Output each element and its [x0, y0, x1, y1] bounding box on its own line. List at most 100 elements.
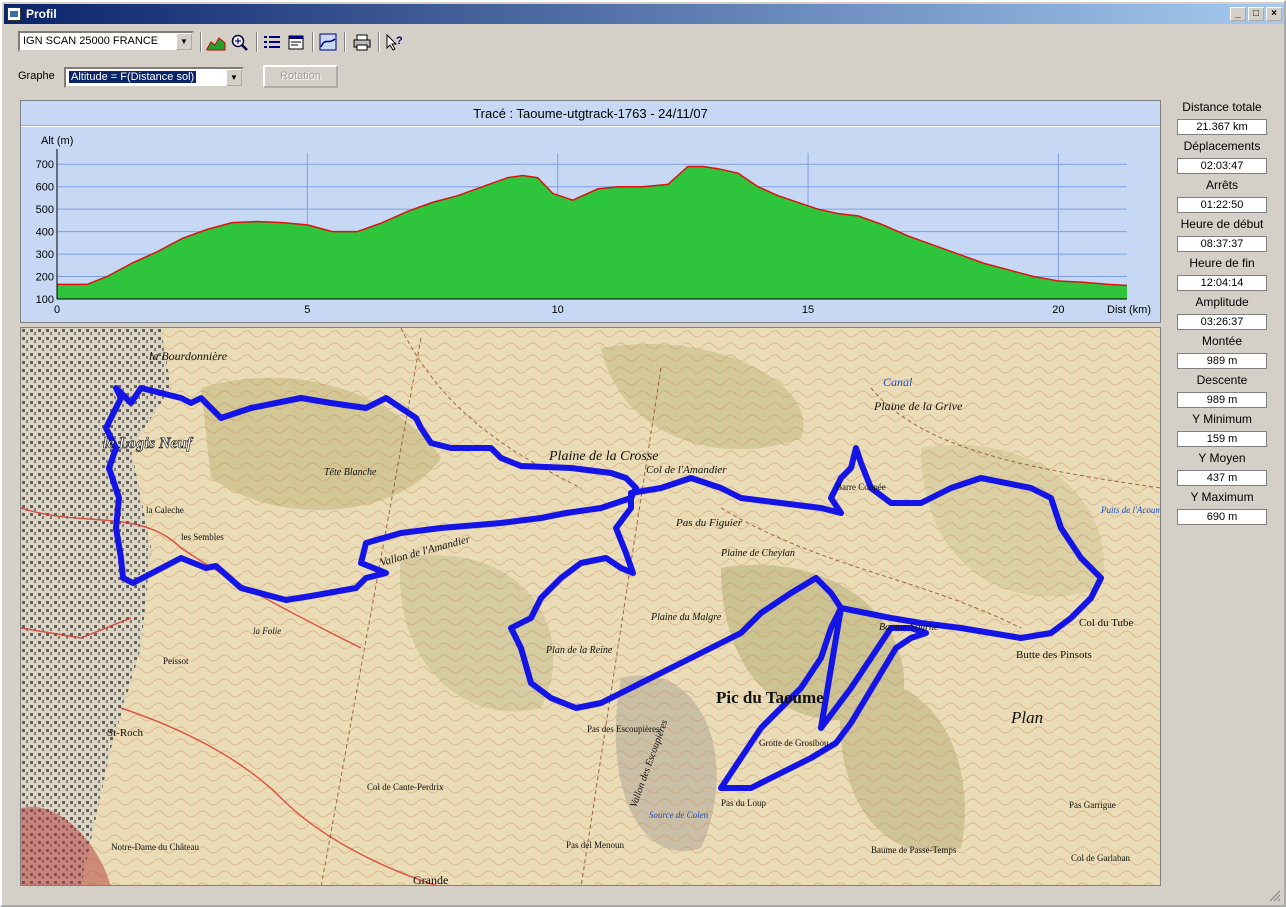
map-label: Pas des Escoupières	[587, 724, 660, 734]
window-title: Profil	[26, 7, 57, 21]
y-tick-label: 300	[36, 249, 54, 261]
map-label: Plaine de la Grive	[873, 399, 963, 413]
stat-label: Distance totale	[1182, 100, 1262, 114]
contour-lines	[21, 328, 1160, 885]
stat-label: Y Minimum	[1192, 412, 1252, 426]
toolbar-separator	[200, 32, 202, 52]
map-label: Puits de l'Acoumi	[1100, 505, 1161, 515]
map-label: Plaine de Cheylan	[720, 548, 795, 559]
stat-value: 437 m	[1177, 470, 1267, 486]
y-tick-label: 700	[36, 159, 54, 171]
map-label: Canal	[883, 375, 913, 389]
map-label: Col du Tube	[1079, 617, 1134, 629]
stat-label: Y Maximum	[1190, 490, 1254, 504]
stat-value: 02:03:47	[1177, 158, 1267, 174]
map-label: Plaine du Malgre	[650, 612, 722, 623]
x-tick-label: 0	[54, 304, 60, 316]
toolbar-separator	[256, 32, 258, 52]
minimize-button[interactable]: _	[1230, 7, 1246, 21]
stat-value: 690 m	[1177, 509, 1267, 525]
toolbar-separator	[344, 32, 346, 52]
map-label: Peissot	[163, 656, 189, 666]
graph-icon[interactable]	[316, 31, 340, 53]
topo-map[interactable]: la Bourdonnière le Logis Neuf Tête Blanc…	[20, 327, 1161, 886]
rotation-button[interactable]: Rotation	[263, 65, 338, 88]
map-label: Butte des Pinsots	[1016, 649, 1092, 661]
map-source-value: IGN SCAN 25000 FRANCE	[23, 35, 159, 47]
help-pointer-icon[interactable]: ?	[382, 31, 406, 53]
stat-value: 08:37:37	[1177, 236, 1267, 252]
map-label: Barre Coupée	[836, 482, 886, 492]
map-canvas[interactable]: la Bourdonnière le Logis Neuf Tête Blanc…	[21, 328, 1161, 886]
map-label: Source de Colen	[649, 810, 709, 820]
map-label: les Sembles	[181, 532, 224, 542]
map-label: Col de l'Amandier	[646, 464, 727, 476]
close-button[interactable]: ×	[1266, 7, 1282, 21]
app-icon	[7, 7, 21, 21]
stat-label: Arrêts	[1205, 178, 1238, 192]
map-source-select[interactable]: IGN SCAN 25000 FRANCE ▼	[18, 31, 194, 52]
y-tick-label: 600	[36, 182, 54, 194]
stat-value: 159 m	[1177, 431, 1267, 447]
map-label: Plaine de la Crosse	[548, 449, 659, 464]
map-label: Pas Garrigue	[1069, 800, 1116, 810]
stat-label: Y Moyen	[1198, 451, 1246, 465]
toolbar-separator	[378, 32, 380, 52]
map-label: Pas del Menoun	[566, 840, 624, 850]
properties-icon[interactable]	[285, 31, 309, 53]
y-tick-label: 100	[36, 294, 54, 306]
stat-value: 989 m	[1177, 353, 1267, 369]
y-tick-label: 500	[36, 204, 54, 216]
x-tick-label: 20	[1052, 304, 1064, 316]
x-axis-label: Dist (km)	[1107, 304, 1151, 316]
elevation-chart-panel: Tracé : Taoume-utgtrack-1763 - 24/11/07 …	[20, 100, 1161, 323]
svg-text:?: ?	[396, 35, 403, 47]
y-tick-label: 200	[36, 272, 54, 284]
y-axis-label: Alt (m)	[41, 135, 73, 147]
graph-type-select[interactable]: Altitude = F(Distance sol) ▼	[64, 67, 244, 88]
map-label: Baume de Passe-Temps	[871, 845, 957, 855]
zoom-icon[interactable]	[228, 31, 252, 53]
stat-value: 01:22:50	[1177, 197, 1267, 213]
profile-window: Profil _ □ × IGN SCAN 25000 FRANCE ▼ ? G…	[0, 0, 1286, 907]
chevron-down-icon[interactable]: ▼	[226, 69, 242, 86]
stat-label: Déplacements	[1183, 139, 1261, 153]
map-label: Col de Garlaban	[1071, 853, 1130, 863]
elevation-chart[interactable]: 100 200 300 400 500 600 700 0 5 10 15 20 Alt (m) Dist…	[21, 129, 1160, 324]
x-tick-label: 5	[304, 304, 310, 316]
map-label: St-Roch	[107, 727, 144, 739]
map-label: Pas du Loup	[721, 798, 767, 808]
stat-label: Heure de fin	[1189, 256, 1255, 270]
map-label: Pas du Figuier	[675, 517, 743, 529]
map-label: Plan	[1010, 708, 1043, 727]
y-tick-label: 400	[36, 227, 54, 239]
maximize-button[interactable]: □	[1248, 7, 1264, 21]
map-label: le Logis Neuf	[103, 435, 194, 452]
stat-value: 12:04:14	[1177, 275, 1267, 291]
title-bar: Profil _ □ ×	[4, 4, 1284, 24]
profile-icon[interactable]	[204, 31, 228, 53]
map-label: Tête Blanche	[324, 467, 377, 478]
graph-type-value: Altitude = F(Distance sol)	[69, 71, 197, 83]
map-label: la Caleche	[146, 505, 184, 515]
map-label: Plan de la Reine	[545, 645, 613, 656]
map-label: la Bourdonnière	[149, 349, 228, 363]
stat-value: 03:26:37	[1177, 314, 1267, 330]
map-label: Notre-Dame du Château	[111, 842, 199, 852]
map-label: Col de Cante-Perdrix	[367, 782, 444, 792]
toolbar: IGN SCAN 25000 FRANCE ▼ ?	[6, 28, 1282, 56]
chevron-down-icon[interactable]: ▼	[176, 33, 192, 50]
list-icon[interactable]	[260, 31, 284, 53]
map-label: Grande	[413, 873, 448, 886]
graph-label: Graphe	[18, 70, 55, 82]
print-icon[interactable]	[350, 31, 374, 53]
stat-label: Heure de début	[1180, 217, 1264, 231]
stat-label: Amplitude	[1195, 295, 1249, 309]
chart-title: Tracé : Taoume-utgtrack-1763 - 24/11/07	[21, 101, 1160, 127]
map-label: la Folie	[253, 626, 281, 636]
stat-label: Descente	[1196, 373, 1248, 387]
resize-grip-icon[interactable]	[1269, 890, 1281, 902]
x-tick-label: 10	[552, 304, 564, 316]
stat-value: 21.367 km	[1177, 119, 1267, 135]
toolbar-separator	[312, 32, 314, 52]
